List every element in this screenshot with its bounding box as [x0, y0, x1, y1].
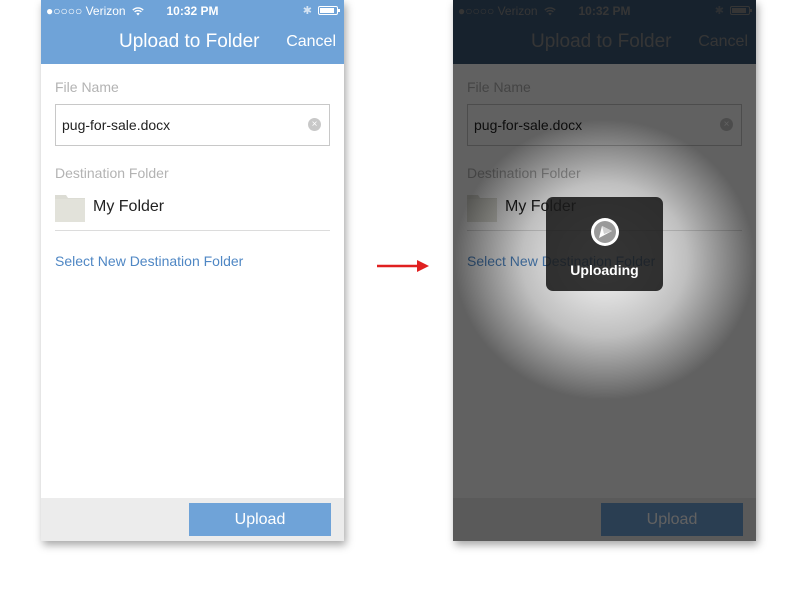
- destination-folder-label: Destination Folder: [467, 165, 581, 181]
- bluetooth-icon: ✱: [302, 5, 312, 17]
- bottom-toolbar: Upload: [453, 498, 756, 541]
- status-bar: ●○○○○ Verizon 10:32 PM ✱: [453, 0, 756, 20]
- phone-screen-uploading: ●○○○○ Verizon 10:32 PM ✱ Upload to Folde…: [453, 0, 756, 541]
- file-name-value: pug-for-sale.docx: [474, 117, 583, 133]
- upload-button[interactable]: Upload: [189, 503, 331, 536]
- upload-button[interactable]: Upload: [601, 503, 743, 536]
- arrow-right-icon: [377, 260, 429, 272]
- file-name-field[interactable]: pug-for-sale.docx ×: [467, 104, 742, 146]
- cancel-button[interactable]: Cancel: [698, 33, 748, 51]
- uploading-hud: Uploading: [546, 197, 663, 291]
- page-title: Upload to Folder: [119, 31, 260, 52]
- status-bar: ●○○○○ Verizon 10:32 PM ✱: [41, 0, 344, 20]
- folder-icon: [55, 195, 85, 222]
- bluetooth-icon: ✱: [714, 5, 724, 17]
- folder-icon: [467, 195, 497, 222]
- battery-icon: [730, 6, 752, 15]
- status-right: ✱: [302, 4, 340, 17]
- nav-bar: Upload to Folder Cancel: [453, 20, 756, 64]
- battery-icon: [318, 6, 340, 15]
- file-name-field[interactable]: pug-for-sale.docx ×: [55, 104, 330, 146]
- select-new-destination-link[interactable]: Select New Destination Folder: [55, 253, 243, 269]
- status-time: 10:32 PM: [578, 4, 631, 18]
- uploading-label: Uploading: [570, 262, 639, 278]
- nav-bar: Upload to Folder Cancel: [41, 20, 344, 64]
- upload-spinner-icon: [591, 218, 619, 246]
- destination-folder-label: Destination Folder: [55, 165, 169, 181]
- file-name-label: File Name: [55, 79, 119, 95]
- page-title: Upload to Folder: [531, 31, 672, 52]
- file-name-value: pug-for-sale.docx: [62, 117, 171, 133]
- cancel-button[interactable]: Cancel: [286, 33, 336, 51]
- file-name-label: File Name: [467, 79, 531, 95]
- clear-icon[interactable]: ×: [308, 118, 321, 131]
- status-right: ✱: [714, 4, 752, 17]
- status-time: 10:32 PM: [166, 4, 219, 18]
- destination-folder-row: My Folder: [55, 190, 330, 231]
- bottom-toolbar: Upload: [41, 498, 344, 541]
- clear-icon[interactable]: ×: [720, 118, 733, 131]
- folder-name: My Folder: [93, 198, 165, 215]
- phone-screen-before-upload: ●○○○○ Verizon 10:32 PM ✱ Upload to Folde…: [41, 0, 344, 541]
